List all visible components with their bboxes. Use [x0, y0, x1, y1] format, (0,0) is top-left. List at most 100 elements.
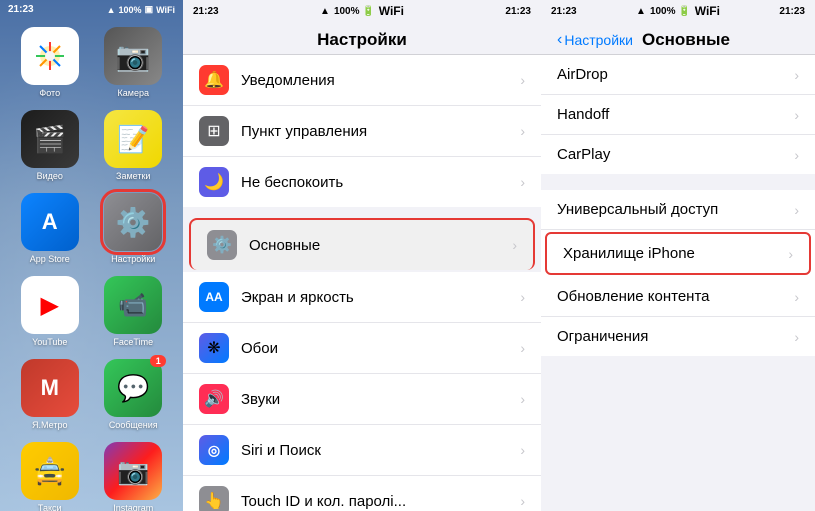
app-label-facetime: FaceTime: [113, 337, 153, 347]
app-label-camera: Камера: [118, 88, 149, 98]
detail-panel: 21:23 ▲ 100% 🔋 WiFi 21:23 ‹ Настройки Ос…: [541, 0, 815, 511]
app-label-notes: Заметки: [116, 171, 150, 181]
settings-item-donotdisturb[interactable]: 🌙 Не беспокоить ›: [183, 157, 541, 207]
detail-header: ‹ Настройки Основные: [541, 22, 815, 55]
status-icons-left: ▲ 100% ▣ WiFi: [107, 4, 175, 15]
back-chevron-icon: ‹: [557, 31, 562, 49]
content-update-chevron: ›: [794, 289, 799, 305]
app-messages[interactable]: 💬 1 Сообщения: [98, 359, 170, 430]
time-left: 21:23: [8, 4, 34, 15]
detail-section-bottom: Универсальный доступ › Хранилище iPhone …: [541, 190, 815, 356]
time-right: 21:23: [551, 6, 577, 17]
display-icon: AA: [199, 282, 229, 312]
wallpaper-label: Обои: [241, 340, 520, 357]
content-update-label: Обновление контента: [557, 288, 794, 305]
detail-section-top: AirDrop › Handoff › CarPlay ›: [541, 55, 815, 174]
detail-item-accessibility[interactable]: Универсальный доступ ›: [541, 190, 815, 230]
handoff-label: Handoff: [557, 106, 794, 123]
app-icon-photos: [21, 27, 79, 85]
app-label-photos: Фото: [39, 88, 60, 98]
control-emoji: ⊞: [207, 121, 220, 141]
general-icon: ⚙️: [207, 230, 237, 260]
app-label-video: Видео: [37, 171, 63, 181]
detail-item-storage[interactable]: Хранилище iPhone ›: [545, 232, 811, 275]
airdrop-label: AirDrop: [557, 66, 794, 83]
settings-item-touchid[interactable]: 👆 Touch ID и кол. паролi... ›: [183, 476, 541, 511]
display-label: Экран и яркость: [241, 289, 520, 306]
app-icon-appstore: A: [21, 193, 79, 251]
restrictions-chevron: ›: [794, 329, 799, 345]
settings-item-notifications[interactable]: 🔔 Уведомления ›: [183, 55, 541, 106]
time-middle: 21:23: [193, 6, 219, 17]
wallpaper-emoji: ❋: [207, 338, 220, 358]
settings-section-2: ⚙️ Основные ›: [183, 218, 541, 270]
camera-emoji: 📷: [116, 40, 151, 73]
app-settings[interactable]: ⚙️ Настройки: [98, 193, 170, 264]
storage-label: Хранилище iPhone: [563, 245, 788, 262]
metro-text: М: [41, 375, 59, 401]
settings-panel: 21:23 ▲ 100% 🔋 WiFi 21:23 Настройки 🔔 Ув…: [183, 0, 541, 511]
status-bar-right: 21:23 ▲ 100% 🔋 WiFi 21:23: [541, 0, 815, 22]
sounds-chevron: ›: [520, 391, 525, 407]
settings-item-general[interactable]: ⚙️ Основные ›: [189, 218, 535, 270]
app-label-settings: Настройки: [111, 254, 155, 264]
app-video[interactable]: 🎬 Видео: [14, 110, 86, 181]
touchid-icon: 👆: [199, 486, 229, 511]
app-youtube[interactable]: ▶ YouTube: [14, 276, 86, 347]
app-label-instagram: Instagram: [113, 503, 153, 511]
siri-icon: ◎: [199, 435, 229, 465]
app-grid: Фото 📷 Камера 🎬 Видео 📝 Заметки A: [0, 19, 183, 511]
general-emoji: ⚙️: [212, 235, 232, 255]
settings-item-wallpaper[interactable]: ❋ Обои ›: [183, 323, 541, 374]
detail-item-content-update[interactable]: Обновление контента ›: [541, 277, 815, 317]
app-label-metro: Я.Метро: [32, 420, 67, 430]
appstore-text: A: [42, 209, 58, 235]
restrictions-label: Ограничения: [557, 328, 794, 345]
carplay-chevron: ›: [794, 147, 799, 163]
app-photos[interactable]: Фото: [14, 27, 86, 98]
settings-item-display[interactable]: AA Экран и яркость ›: [183, 272, 541, 323]
donotdisturb-icon: 🌙: [199, 167, 229, 197]
detail-item-carplay[interactable]: CarPlay ›: [541, 135, 815, 174]
battery-pct-left: 100%: [119, 5, 142, 15]
accessibility-label: Универсальный доступ: [557, 201, 794, 218]
settings-section-1: 🔔 Уведомления › ⊞ Пункт управления › 🌙 Н…: [183, 55, 541, 207]
general-label: Основные: [249, 237, 512, 254]
donotdisturb-chevron: ›: [520, 174, 525, 190]
app-camera[interactable]: 📷 Камера: [98, 27, 170, 98]
signal-right: ▲: [636, 6, 646, 17]
youtube-icon: ▶: [41, 291, 59, 320]
notifications-emoji: 🔔: [204, 70, 224, 90]
time-right2: 21:23: [779, 6, 805, 17]
touchid-emoji: 👆: [204, 491, 224, 511]
wallpaper-chevron: ›: [520, 340, 525, 356]
detail-item-restrictions[interactable]: Ограничения ›: [541, 317, 815, 356]
settings-item-control[interactable]: ⊞ Пункт управления ›: [183, 106, 541, 157]
airdrop-chevron: ›: [794, 67, 799, 83]
accessibility-chevron: ›: [794, 202, 799, 218]
status-bar-middle: 21:23 ▲ 100% 🔋 WiFi 21:23: [183, 0, 541, 22]
back-button[interactable]: ‹ Настройки: [557, 31, 633, 49]
photos-svg: [32, 38, 68, 74]
sounds-icon: 🔊: [199, 384, 229, 414]
detail-item-handoff[interactable]: Handoff ›: [541, 95, 815, 135]
storage-chevron: ›: [788, 246, 793, 262]
app-appstore[interactable]: A App Store: [14, 193, 86, 264]
app-taxi[interactable]: 🚖 Такси: [14, 442, 86, 511]
notifications-label: Уведомления: [241, 72, 520, 89]
app-icon-metro: М: [21, 359, 79, 417]
signal-middle: ▲: [320, 6, 330, 17]
app-facetime[interactable]: 📹 FaceTime: [98, 276, 170, 347]
status-bar-left: 21:23 ▲ 100% ▣ WiFi: [0, 0, 183, 19]
detail-item-airdrop[interactable]: AirDrop ›: [541, 55, 815, 95]
control-chevron: ›: [520, 123, 525, 139]
battery-icon-left: ▣: [145, 4, 154, 15]
settings-header: Настройки: [183, 22, 541, 55]
settings-item-siri[interactable]: ◎ Siri и Поиск ›: [183, 425, 541, 476]
app-instagram[interactable]: 📷 Instagram: [98, 442, 170, 511]
app-notes[interactable]: 📝 Заметки: [98, 110, 170, 181]
settings-item-sounds[interactable]: 🔊 Звуки ›: [183, 374, 541, 425]
handoff-chevron: ›: [794, 107, 799, 123]
wifi-right: WiFi: [695, 4, 720, 18]
app-metro[interactable]: М Я.Метро: [14, 359, 86, 430]
